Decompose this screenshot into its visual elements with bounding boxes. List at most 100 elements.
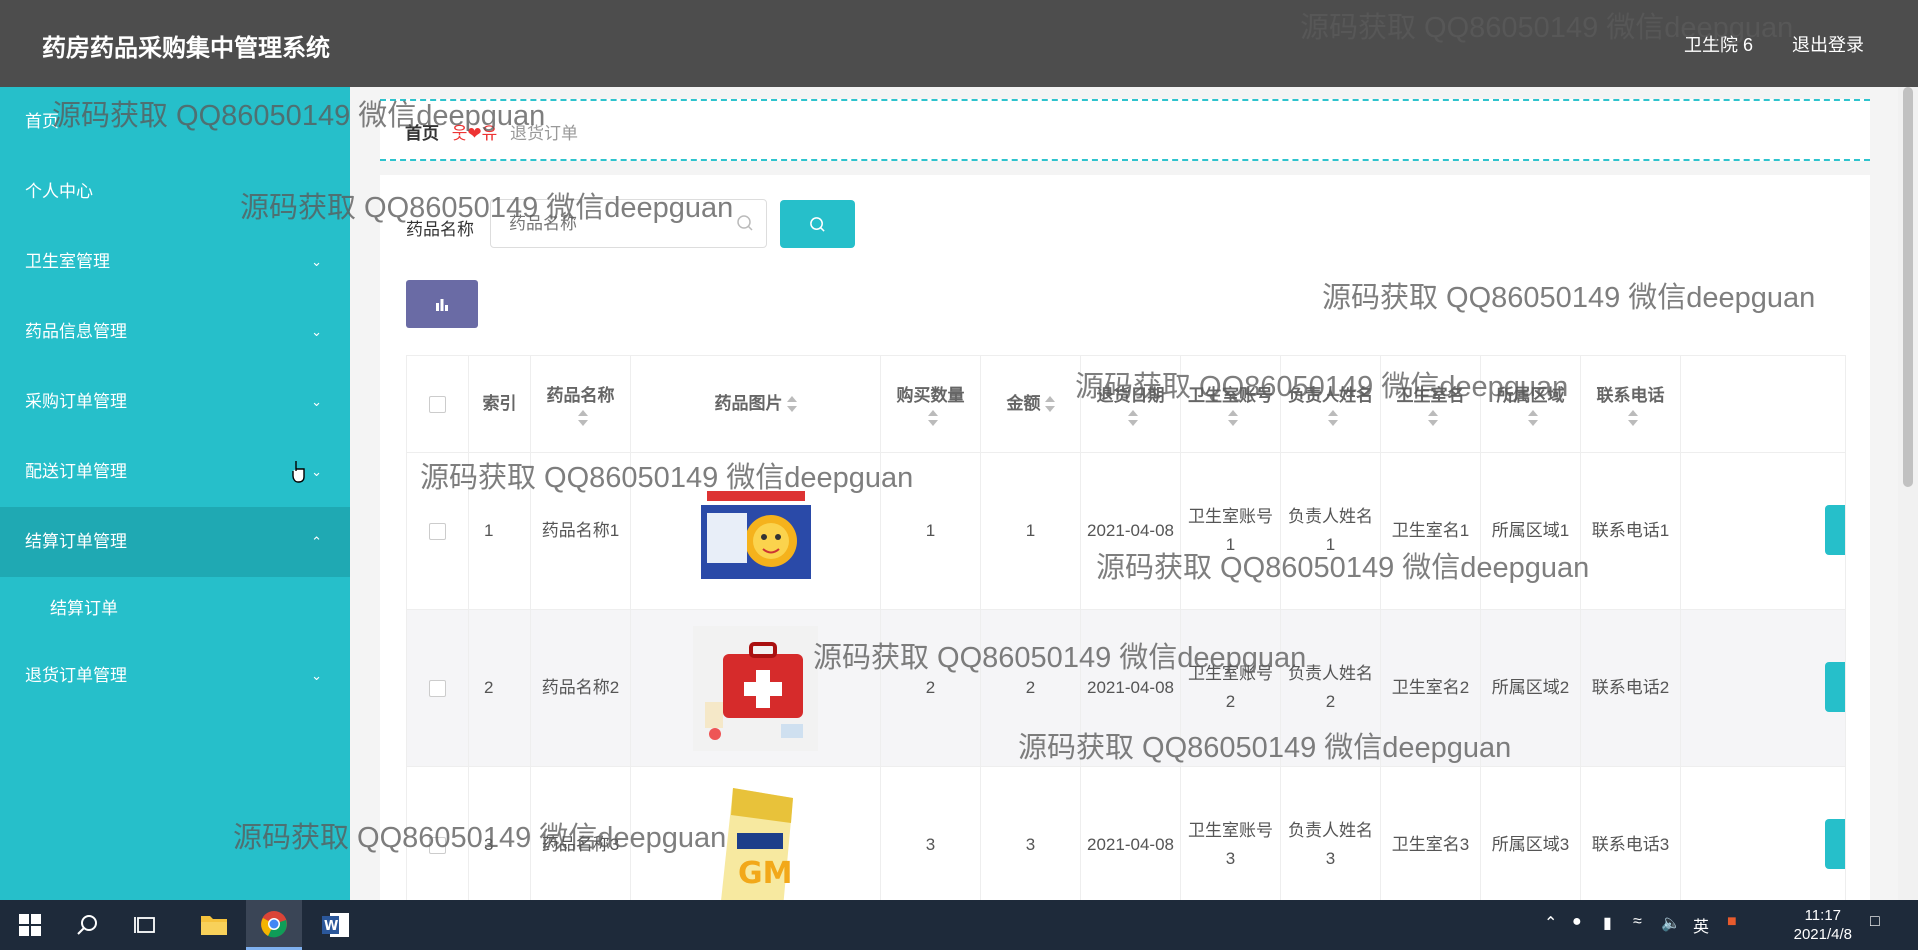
sidebar-item-home[interactable]: 首页 xyxy=(0,87,350,157)
sogou-icon[interactable]: ■ xyxy=(1727,913,1737,931)
clinic-account: 卫生室账号1 xyxy=(1181,453,1281,609)
region: 所属区域2 xyxy=(1481,610,1581,766)
page-scrollbar[interactable] xyxy=(1898,87,1918,900)
search-button[interactable] xyxy=(780,200,855,248)
row-index: 1 xyxy=(469,453,531,609)
search-input[interactable] xyxy=(490,199,767,248)
column-header[interactable]: 退货日期 xyxy=(1081,356,1181,452)
sidebar-item-settlement-orders[interactable]: 结算订单管理 ⌃ xyxy=(0,507,350,577)
sidebar-item-return-orders[interactable]: 退货订单管理 ⌄ xyxy=(0,641,350,711)
clinic-account: 卫生室账号2 xyxy=(1181,610,1281,766)
select-all-checkbox[interactable] xyxy=(407,356,469,452)
sidebar-item-label: 结算订单管理 xyxy=(25,532,127,551)
amount: 1 xyxy=(981,453,1081,609)
column-header[interactable]: 卫生室账号 xyxy=(1181,356,1281,452)
row-checkbox[interactable] xyxy=(407,610,469,766)
column-header[interactable]: 联系电话 xyxy=(1581,356,1681,452)
breadcrumb-current: 退货订单 xyxy=(510,124,578,143)
sidebar-item-label: 采购订单管理 xyxy=(25,392,127,411)
sidebar-item-label: 首页 xyxy=(25,112,59,131)
column-header[interactable]: 购买数量 xyxy=(881,356,981,452)
region: 所属区域3 xyxy=(1481,767,1581,900)
purchase-qty: 2 xyxy=(881,610,981,766)
return-date: 2021-04-08 xyxy=(1081,453,1181,609)
search-label: 药品名称 xyxy=(406,220,474,239)
chevron-down-icon: ⌄ xyxy=(311,254,322,269)
row-action-button[interactable] xyxy=(1825,662,1845,712)
current-user: 卫生院 6 xyxy=(1683,35,1753,55)
table-row: 2 药品名称2 2 2 2021-04-08 卫生室账号2 负责人姓名2 卫生室… xyxy=(407,610,1845,767)
amount: 2 xyxy=(981,610,1081,766)
column-header[interactable]: 卫生室名 xyxy=(1381,356,1481,452)
return-date: 2021-04-08 xyxy=(1081,610,1181,766)
purchase-qty: 1 xyxy=(881,453,981,609)
phone: 联系电话2 xyxy=(1581,610,1681,766)
clinic-name: 卫生室名1 xyxy=(1381,453,1481,609)
clinic-name: 卫生室名2 xyxy=(1381,610,1481,766)
notification-icon[interactable]: □ xyxy=(1870,913,1880,931)
drug-image: GM xyxy=(631,767,881,900)
return-date: 2021-04-08 xyxy=(1081,767,1181,900)
row-index: 2 xyxy=(469,610,531,766)
scroll-thumb[interactable] xyxy=(1903,87,1913,487)
clinic-name: 卫生室名3 xyxy=(1381,767,1481,900)
clock-date: 2021/4/8 xyxy=(1793,926,1852,943)
sidebar-subitem-settlement-order[interactable]: 结算订单 xyxy=(0,577,350,641)
statistics-button[interactable] xyxy=(406,280,478,328)
task-view-icon[interactable] xyxy=(118,900,174,950)
tray-chevron-up-icon[interactable]: ⌃ xyxy=(1544,913,1557,933)
phone: 联系电话1 xyxy=(1581,453,1681,609)
column-header: 索引 xyxy=(469,356,531,452)
table-header: 索引 药品名称 药品图片 购买数量 金额 退货日期 卫生室账号 负责人姓名 卫生… xyxy=(407,356,1845,453)
volume-icon[interactable]: 🔈 xyxy=(1661,913,1681,933)
drug-image xyxy=(631,610,881,766)
breadcrumb-separator: 웃❤유 xyxy=(451,124,498,143)
wifi-icon[interactable]: ≈ xyxy=(1633,913,1642,931)
windows-taskbar: W ⌃ ● ▮ ≈ 🔈 英 ■ 11:17 2021/4/8 □ xyxy=(0,900,1918,950)
qq-icon[interactable]: ● xyxy=(1572,913,1582,931)
table-row: 3 药品名称3 GM 3 3 2021-04-08 卫生室账号3 负责人姓名3 … xyxy=(407,767,1845,900)
drug-image-graphic xyxy=(701,486,811,579)
region: 所属区域1 xyxy=(1481,453,1581,609)
person-name: 负责人姓名1 xyxy=(1281,453,1381,609)
phone: 联系电话3 xyxy=(1581,767,1681,900)
column-header[interactable]: 所属区域 xyxy=(1481,356,1581,452)
word-icon[interactable]: W xyxy=(308,900,364,950)
chevron-down-icon: ⌄ xyxy=(311,324,322,339)
drug-name: 药品名称2 xyxy=(531,610,631,766)
sidebar-item-clinic-management[interactable]: 卫生室管理 ⌄ xyxy=(0,227,350,297)
app-title: 药房药品采购集中管理系统 xyxy=(42,35,330,62)
sidebar-item-delivery-orders[interactable]: 配送订单管理 ⌄ xyxy=(0,437,350,507)
search-icon xyxy=(810,217,825,232)
sidebar-item-purchase-orders[interactable]: 采购订单管理 ⌄ xyxy=(0,367,350,437)
chevron-down-icon: ⌄ xyxy=(311,394,322,409)
battery-icon[interactable]: ▮ xyxy=(1603,913,1612,933)
drug-image-graphic: GM xyxy=(721,787,793,900)
sidebar-item-label: 药品信息管理 xyxy=(25,322,127,341)
sidebar-item-drug-info[interactable]: 药品信息管理 ⌄ xyxy=(0,297,350,367)
ime-indicator[interactable]: 英 xyxy=(1693,913,1709,937)
windows-start-icon[interactable] xyxy=(2,900,58,950)
chrome-icon[interactable] xyxy=(246,900,302,950)
sidebar-item-profile[interactable]: 个人中心 xyxy=(0,157,350,227)
column-header[interactable]: 负责人姓名 xyxy=(1281,356,1381,452)
row-action-button[interactable] xyxy=(1825,505,1845,555)
bar-chart-icon xyxy=(436,299,448,311)
chevron-down-icon: ⌄ xyxy=(311,464,322,479)
file-explorer-icon[interactable] xyxy=(186,900,242,950)
row-checkbox[interactable] xyxy=(407,767,469,900)
logout-button[interactable]: 退出登录 xyxy=(1792,31,1864,57)
system-clock[interactable]: 11:17 2021/4/8 xyxy=(1794,906,1852,944)
column-header[interactable]: 药品名称 xyxy=(531,356,631,452)
column-header[interactable]: 药品图片 xyxy=(631,356,881,452)
search-icon[interactable] xyxy=(60,900,116,950)
search-icon xyxy=(737,215,753,231)
top-bar: 药房药品采购集中管理系统 卫生院 6 退出登录 xyxy=(0,0,1918,87)
sidebar-item-label: 个人中心 xyxy=(25,182,93,201)
sidebar: 首页 个人中心 卫生室管理 ⌄ 药品信息管理 ⌄ 采购订单管理 ⌄ 配送订单管理 ⌄ 结… xyxy=(0,87,350,900)
person-name: 负责人姓名3 xyxy=(1281,767,1381,900)
row-checkbox[interactable] xyxy=(407,453,469,609)
breadcrumb-home[interactable]: 首页 xyxy=(405,124,439,143)
row-action-button[interactable] xyxy=(1825,819,1845,869)
column-header[interactable]: 金额 xyxy=(981,356,1081,452)
